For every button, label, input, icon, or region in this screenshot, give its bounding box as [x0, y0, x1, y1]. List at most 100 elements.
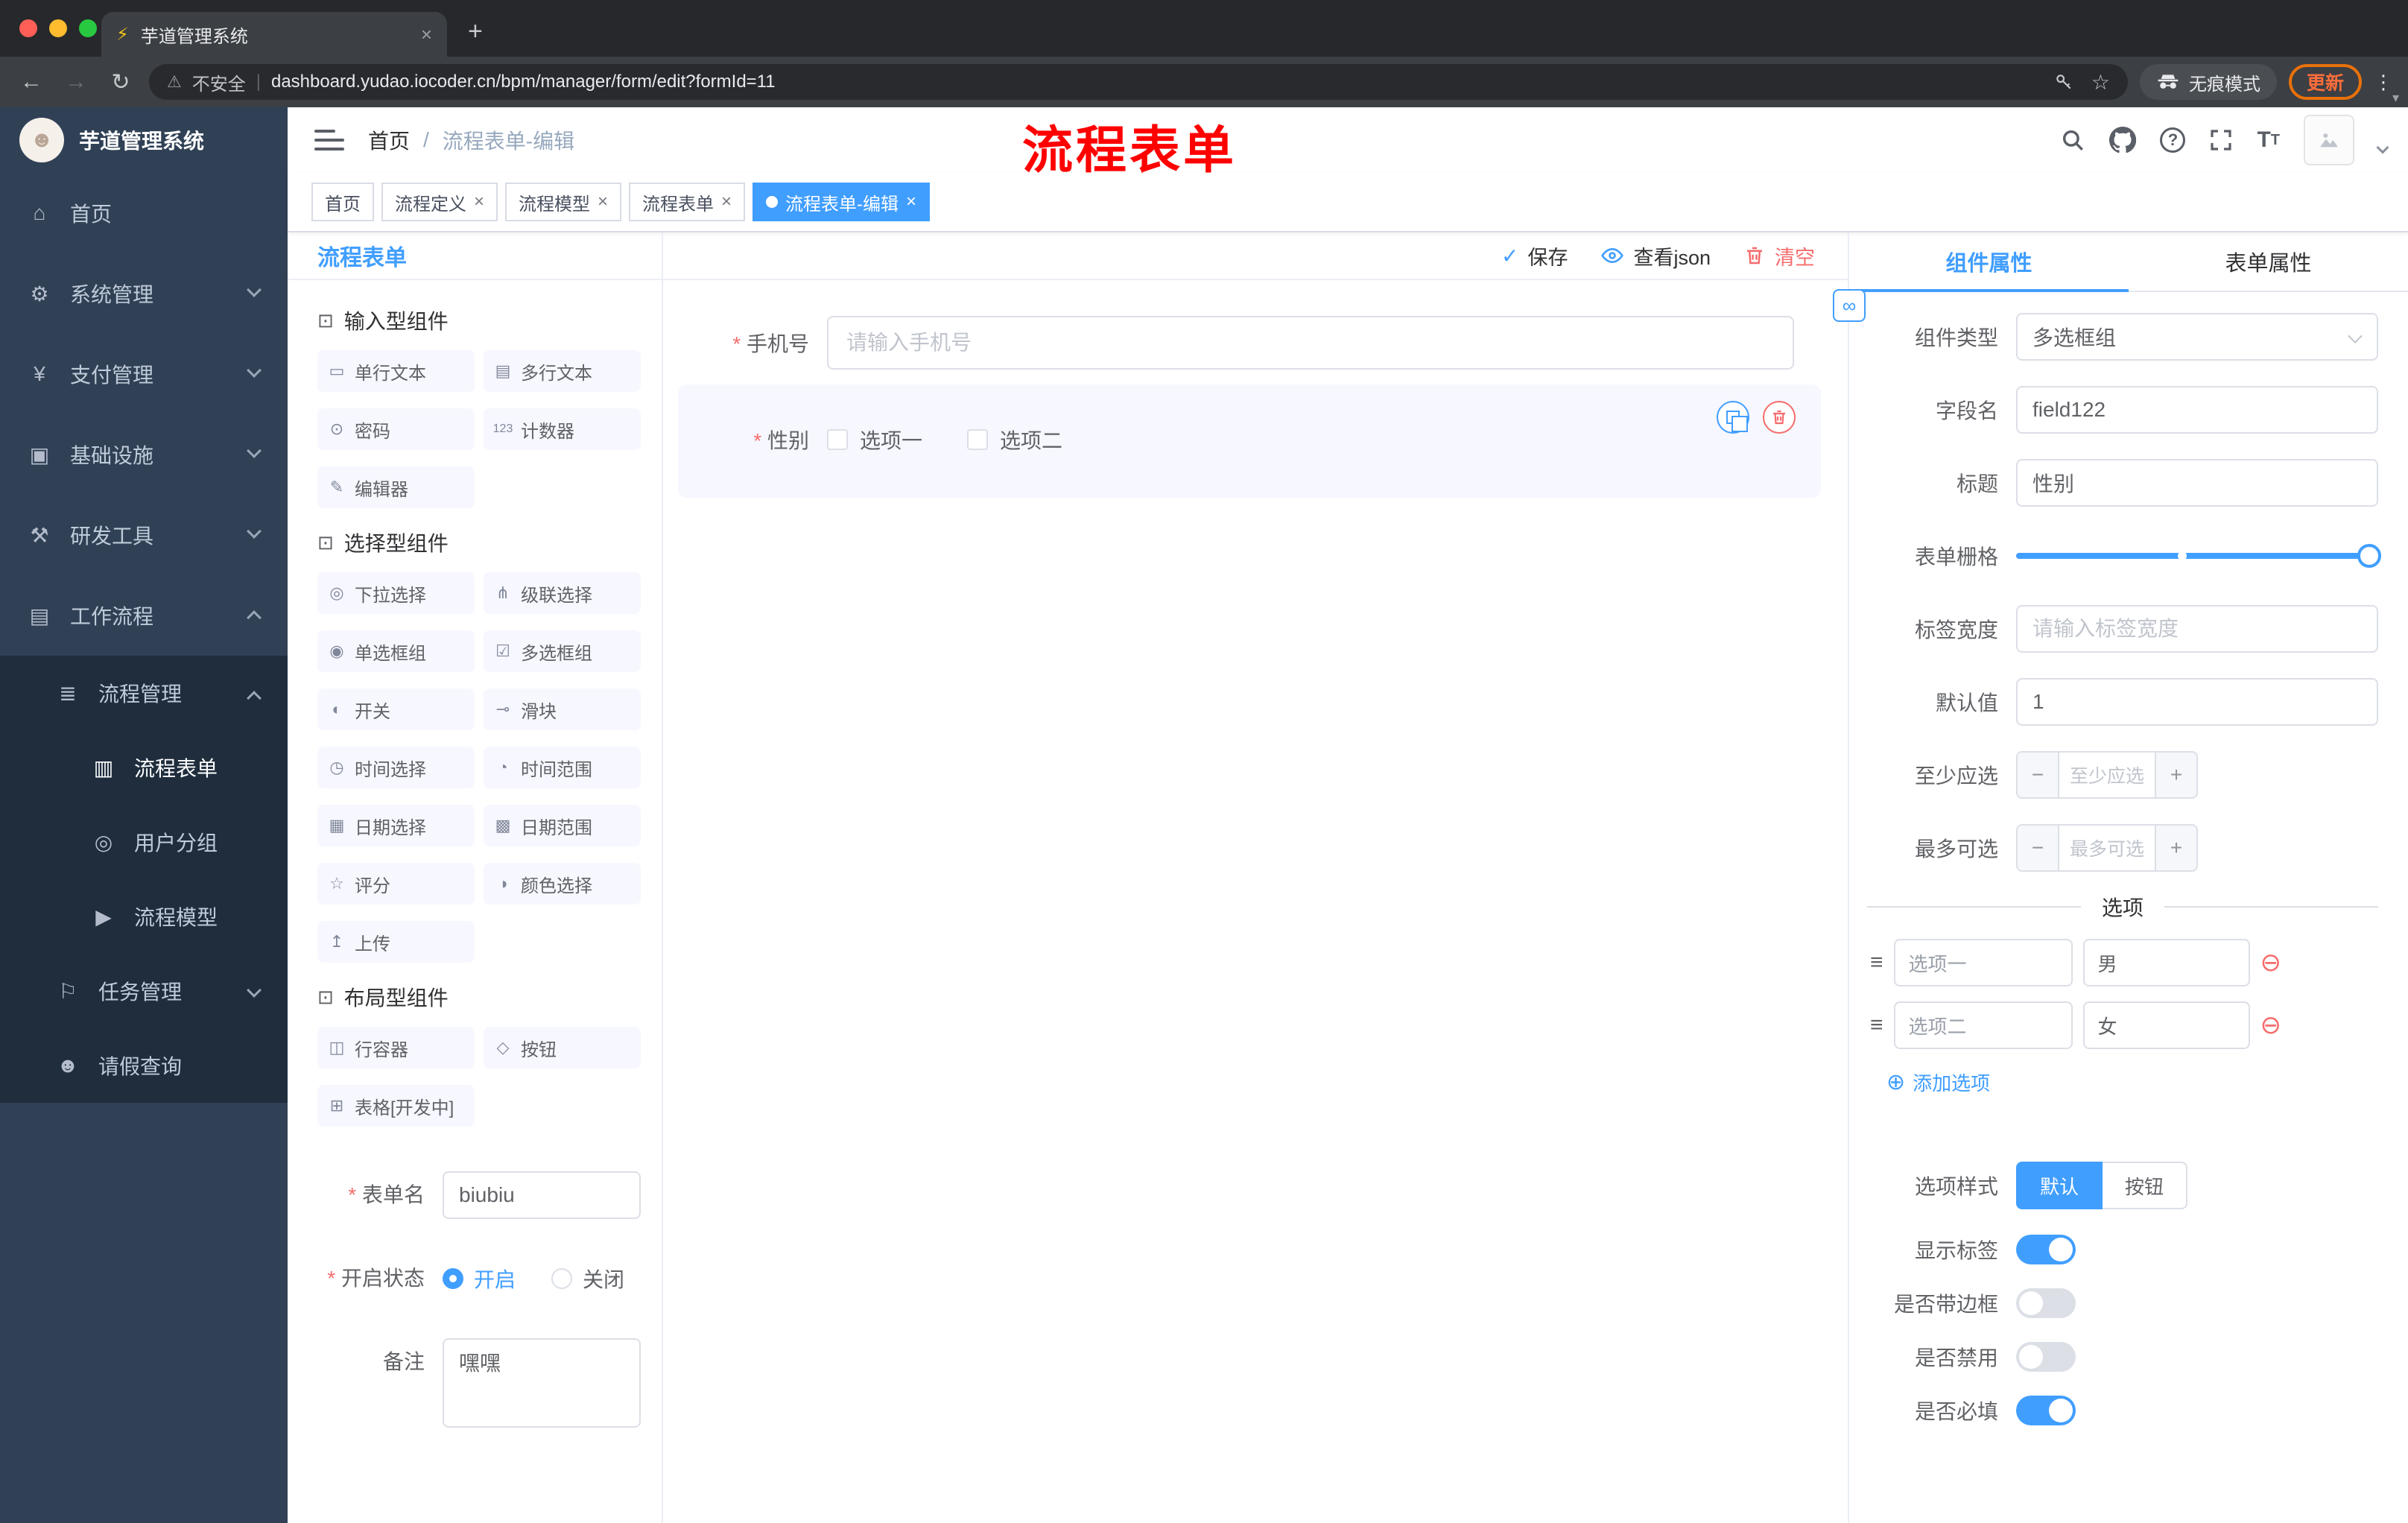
- sidebar-item-home[interactable]: ⌂ 首页: [0, 173, 288, 253]
- component-date-range[interactable]: ▩ 日期范围: [484, 805, 641, 846]
- sidebar-item-process-management[interactable]: ≣ 流程管理: [0, 656, 288, 730]
- field-gender[interactable]: 性别 选项一 选项二: [678, 425, 1821, 455]
- component-editor[interactable]: ✎ 编辑器: [317, 466, 475, 508]
- sidebar-toggle-icon[interactable]: [314, 130, 344, 151]
- component-date-picker[interactable]: ▦ 日期选择: [317, 805, 475, 846]
- status-off-radio[interactable]: 关闭: [551, 1264, 624, 1294]
- component-dropdown-select[interactable]: ◎ 下拉选择: [317, 572, 475, 614]
- style-button-button[interactable]: 按钮: [2103, 1162, 2188, 1209]
- tag-home[interactable]: 首页: [311, 183, 374, 221]
- slider-handle[interactable]: [2357, 544, 2381, 568]
- option-value-input[interactable]: [2082, 1001, 2250, 1049]
- min-select-stepper[interactable]: − 至少应选 +: [2016, 751, 2198, 799]
- disabled-toggle[interactable]: [2016, 1342, 2076, 1372]
- tab-close-icon[interactable]: ×: [421, 23, 432, 46]
- style-default-button[interactable]: 默认: [2016, 1162, 2103, 1209]
- component-time-picker[interactable]: ◷ 时间选择: [317, 747, 475, 788]
- minimize-window-button[interactable]: [49, 19, 67, 37]
- form-grid-slider[interactable]: [2016, 544, 2381, 568]
- sidebar-item-workflow[interactable]: ▤ 工作流程: [0, 575, 288, 656]
- phone-input[interactable]: [827, 316, 1794, 370]
- field-phone[interactable]: 手机号: [678, 316, 1821, 370]
- sidebar-item-devtools[interactable]: ⚒ 研发工具: [0, 495, 288, 575]
- maximize-window-button[interactable]: [79, 19, 97, 37]
- component-slider[interactable]: ⊸ 滑块: [484, 688, 641, 730]
- duplicate-field-button[interactable]: [1717, 401, 1749, 434]
- sidebar-item-process-model[interactable]: ▶ 流程模型: [0, 879, 288, 954]
- new-tab-button[interactable]: +: [468, 17, 483, 46]
- close-window-button[interactable]: [19, 19, 37, 37]
- component-multi-line-text[interactable]: ▤ 多行文本: [484, 350, 641, 392]
- tag-process-form[interactable]: 流程表单 ×: [629, 183, 746, 221]
- search-icon[interactable]: [2060, 127, 2085, 153]
- view-json-button[interactable]: 查看json: [1600, 241, 1711, 270]
- component-upload[interactable]: ↥ 上传: [317, 921, 475, 963]
- sidebar-item-infrastructure[interactable]: ▣ 基础设施: [0, 414, 288, 495]
- tag-process-model[interactable]: 流程模型 ×: [505, 183, 622, 221]
- tag-close-icon[interactable]: ×: [721, 191, 732, 212]
- link-icon[interactable]: ∞: [1833, 289, 1866, 322]
- toolbar-caret-icon[interactable]: ▾: [2392, 90, 2399, 106]
- form-remark-textarea[interactable]: 嘿嘿: [443, 1338, 641, 1428]
- sidebar-item-user-group[interactable]: ◎ 用户分组: [0, 805, 288, 879]
- add-option-button[interactable]: ⊕ 添加选项: [1886, 1068, 2378, 1096]
- browser-update-button[interactable]: 更新: [2288, 64, 2362, 100]
- component-cascader[interactable]: ⋔ 级联选择: [484, 572, 641, 614]
- component-rate[interactable]: ☆ 评分: [317, 863, 475, 905]
- sidebar-item-leave-query[interactable]: ☻ 请假查询: [0, 1028, 288, 1103]
- required-toggle[interactable]: [2016, 1396, 2076, 1425]
- sidebar-item-process-form[interactable]: ▥ 流程表单: [0, 730, 288, 805]
- component-table[interactable]: ⊞ 表格[开发中]: [317, 1085, 475, 1127]
- browser-menu-icon[interactable]: ⋮: [2374, 71, 2393, 94]
- window-controls[interactable]: [19, 19, 97, 37]
- sidebar-item-task-management[interactable]: ⚐ 任务管理: [0, 954, 288, 1028]
- delete-field-button[interactable]: [1763, 401, 1796, 434]
- help-icon[interactable]: ?: [2160, 127, 2186, 153]
- tag-close-icon[interactable]: ×: [474, 191, 484, 212]
- remove-option-icon[interactable]: ⊖: [2260, 1013, 2282, 1038]
- tag-close-icon[interactable]: ×: [906, 191, 916, 212]
- font-size-icon[interactable]: TT: [2257, 127, 2280, 153]
- drawing-board[interactable]: 手机号 性别: [663, 280, 1848, 1523]
- status-on-radio[interactable]: 开启: [443, 1264, 516, 1294]
- url-bar[interactable]: ⚠ 不安全 | dashboard.yudao.iocoder.cn/bpm/m…: [149, 64, 2128, 100]
- tag-close-icon[interactable]: ×: [598, 191, 608, 212]
- sidebar-item-system[interactable]: ⚙ 系统管理: [0, 253, 288, 334]
- reload-button[interactable]: ↻: [104, 69, 137, 95]
- default-value-input[interactable]: [2016, 678, 2378, 726]
- tag-process-form-edit[interactable]: 流程表单-编辑 ×: [752, 183, 931, 221]
- drag-handle-icon[interactable]: ≡: [1870, 1013, 1883, 1038]
- component-type-select[interactable]: 多选框组: [2016, 313, 2378, 361]
- plus-button[interactable]: +: [2155, 826, 2196, 870]
- component-counter[interactable]: 123 计数器: [484, 408, 641, 450]
- clear-button[interactable]: 清空: [1743, 241, 1815, 270]
- component-time-range[interactable]: ◔ 时间范围: [484, 747, 641, 788]
- plus-button[interactable]: +: [2155, 753, 2196, 797]
- gender-option-1-checkbox[interactable]: 选项一: [827, 425, 922, 455]
- component-row-container[interactable]: ◫ 行容器: [317, 1027, 475, 1068]
- password-key-icon[interactable]: [2054, 72, 2073, 92]
- gender-option-2-checkbox[interactable]: 选项二: [967, 425, 1062, 455]
- option-name-input[interactable]: [1893, 939, 2073, 987]
- back-button[interactable]: ←: [15, 69, 48, 95]
- component-button[interactable]: ◇ 按钮: [484, 1027, 641, 1068]
- option-name-input[interactable]: [1893, 1001, 2073, 1049]
- sidebar-item-payment[interactable]: ¥ 支付管理: [0, 334, 288, 414]
- component-radio-group[interactable]: ◉ 单选框组: [317, 630, 475, 672]
- forward-button[interactable]: →: [60, 69, 92, 95]
- browser-tab[interactable]: ⚡ 芋道管理系统 ×: [101, 12, 447, 57]
- github-icon[interactable]: [2109, 127, 2137, 153]
- component-switch[interactable]: ◐ 开关: [317, 688, 475, 730]
- form-name-input[interactable]: [443, 1171, 641, 1219]
- minus-button[interactable]: −: [2018, 753, 2059, 797]
- show-label-toggle[interactable]: [2016, 1235, 2076, 1264]
- max-select-stepper[interactable]: − 最多可选 +: [2016, 824, 2198, 872]
- field-name-input[interactable]: [2016, 386, 2378, 434]
- field-gender-selected[interactable]: 性别 选项一 选项二: [678, 384, 1821, 498]
- drag-handle-icon[interactable]: ≡: [1870, 950, 1883, 975]
- component-password[interactable]: ⊙ 密码: [317, 408, 475, 450]
- fullscreen-icon[interactable]: [2209, 128, 2233, 152]
- option-value-input[interactable]: [2082, 939, 2250, 987]
- avatar-caret-icon[interactable]: [2376, 141, 2389, 154]
- tab-form-props[interactable]: 表单属性: [2129, 232, 2408, 291]
